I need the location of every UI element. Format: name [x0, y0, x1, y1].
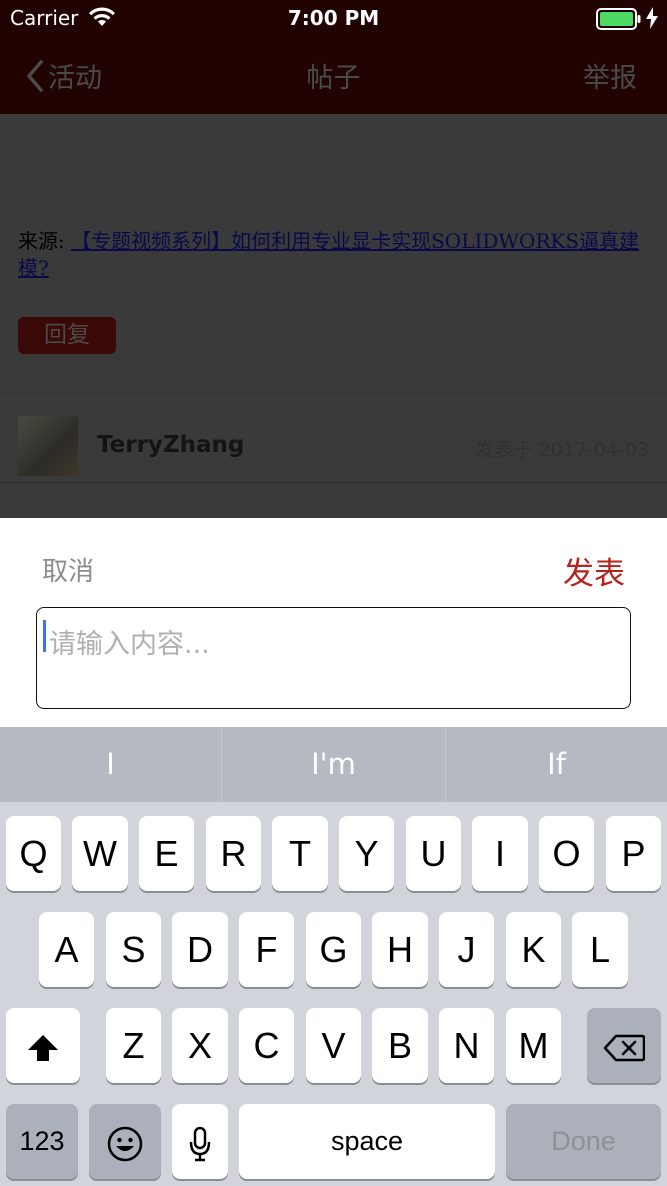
key-g[interactable]: G	[306, 912, 361, 987]
microphone-icon	[189, 1127, 211, 1162]
key-n[interactable]: N	[439, 1008, 494, 1083]
input-placeholder: 请输入内容...	[49, 629, 210, 660]
key-r[interactable]: R	[206, 816, 261, 891]
emoji-key[interactable]	[89, 1104, 161, 1179]
key-u[interactable]: U	[406, 816, 461, 891]
avatar[interactable]	[18, 416, 78, 476]
author-name[interactable]: TerryZhang	[97, 432, 244, 458]
post-timestamp: 发表于 2017-04-03	[475, 439, 649, 461]
key-x[interactable]: X	[172, 1008, 228, 1083]
key-o[interactable]: O	[539, 816, 594, 891]
divider	[0, 392, 667, 394]
suggestion-bar: I I'm If	[0, 727, 667, 802]
numbers-key[interactable]: 123	[6, 1104, 78, 1179]
post-content: 来源: 【专题视频系列】如何利用专业显卡实现SOLIDWORKS逼真建模? 回复…	[0, 114, 667, 518]
done-key[interactable]: Done	[506, 1104, 661, 1179]
emoji-icon	[107, 1127, 143, 1162]
divider	[0, 482, 667, 483]
compose-panel: 取消 发表 请输入内容...	[0, 518, 667, 727]
key-q[interactable]: Q	[6, 816, 61, 891]
page-title: 帖子	[306, 63, 361, 94]
shift-key[interactable]	[6, 1008, 80, 1083]
navigation-bar: 活动 帖子 举报	[0, 36, 667, 114]
key-l[interactable]: L	[572, 912, 628, 987]
keyboard: I I'm If Q W E R T Y U I O P A S D F G H…	[0, 727, 667, 1186]
status-bar: Carrier 7:00 PM	[0, 0, 667, 36]
key-w[interactable]: W	[72, 816, 128, 891]
key-a[interactable]: A	[39, 912, 94, 987]
backspace-icon	[603, 1035, 646, 1062]
key-k[interactable]: K	[506, 912, 561, 987]
source-link[interactable]: 【专题视频系列】如何利用专业显卡实现SOLIDWORKS逼真建模?	[18, 229, 639, 280]
key-v[interactable]: V	[306, 1008, 361, 1083]
space-key[interactable]: space	[239, 1104, 495, 1179]
suggestion-item[interactable]: I	[0, 727, 221, 802]
key-e[interactable]: E	[139, 816, 194, 891]
key-m[interactable]: M	[506, 1008, 561, 1083]
key-i[interactable]: I	[472, 816, 528, 891]
report-button[interactable]: 举报	[583, 56, 637, 95]
key-b[interactable]: B	[372, 1008, 428, 1083]
backspace-key[interactable]	[587, 1008, 661, 1083]
suggestion-item[interactable]: If	[446, 727, 667, 802]
key-s[interactable]: S	[106, 912, 161, 987]
suggestion-item[interactable]: I'm	[222, 727, 445, 802]
key-t[interactable]: T	[272, 816, 328, 891]
dictation-key[interactable]	[172, 1104, 228, 1179]
key-z[interactable]: Z	[106, 1008, 161, 1083]
reply-button[interactable]: 回复	[18, 317, 116, 354]
source-prefix: 来源:	[18, 229, 72, 253]
key-c[interactable]: C	[239, 1008, 294, 1083]
key-f[interactable]: F	[239, 912, 294, 987]
key-y[interactable]: Y	[339, 816, 394, 891]
clock: 7:00 PM	[287, 6, 380, 30]
key-j[interactable]: J	[439, 912, 494, 987]
source-line: 来源: 【专题视频系列】如何利用专业显卡实现SOLIDWORKS逼真建模?	[18, 228, 643, 282]
key-d[interactable]: D	[172, 912, 228, 987]
key-p[interactable]: P	[606, 816, 661, 891]
cancel-button[interactable]: 取消	[42, 551, 94, 588]
submit-button[interactable]: 发表	[563, 548, 625, 593]
shift-arrow-icon	[28, 1035, 58, 1062]
charging-bolt-icon	[646, 7, 658, 34]
comment-input[interactable]: 请输入内容...	[36, 607, 631, 709]
battery-icon	[596, 8, 642, 35]
text-caret	[43, 620, 46, 652]
key-h[interactable]: H	[372, 912, 428, 987]
